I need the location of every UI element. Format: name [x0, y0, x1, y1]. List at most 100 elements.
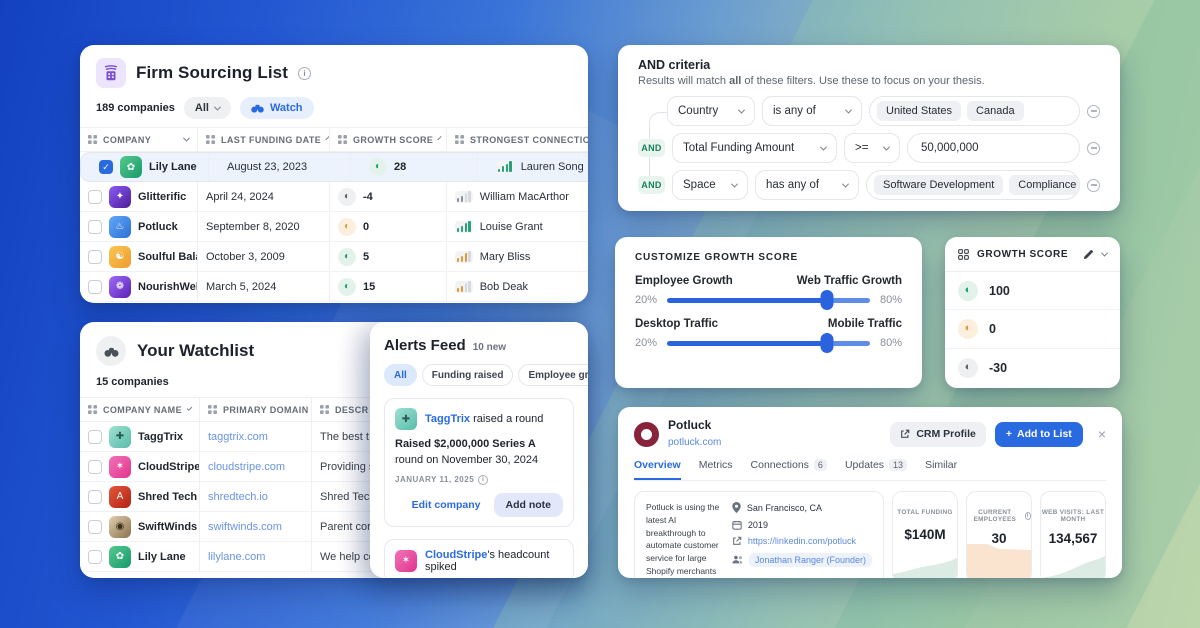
growth-score-icon: ◐	[338, 248, 356, 266]
close-icon[interactable]: ×	[1098, 427, 1106, 441]
connection-strength-icon	[455, 281, 473, 293]
funding-date: September 8, 2020	[206, 221, 300, 233]
field-select[interactable]: Total Funding Amount	[672, 133, 837, 163]
value-chip[interactable]: Software Development	[874, 175, 1003, 195]
domain-link[interactable]: swiftwinds.com	[208, 521, 282, 533]
row-checkbox[interactable]	[88, 550, 102, 564]
customize-title: CUSTOMIZE GROWTH SCORE	[635, 252, 902, 263]
company-description: The best t	[320, 431, 369, 443]
domain-link[interactable]: cloudstripe.com	[208, 461, 285, 473]
row-checkbox[interactable]	[88, 460, 102, 474]
column-header-growth-score[interactable]: GROWTH SCORE	[330, 128, 447, 151]
tab-updates[interactable]: Updates13	[845, 459, 907, 480]
row-checkbox[interactable]: ✓	[99, 160, 113, 174]
watch-label: Watch	[270, 102, 303, 114]
table-row[interactable]: ♨Potluck September 8, 2020 ◐0 Louise Gra…	[80, 212, 588, 242]
filter-values-input[interactable]: United States Canada	[869, 96, 1080, 126]
filter-all-dropdown[interactable]: All	[184, 97, 231, 119]
row-checkbox[interactable]	[88, 190, 102, 204]
value-chip[interactable]: Canada	[967, 101, 1024, 121]
tab-all[interactable]: All	[384, 364, 417, 386]
tab-employee-growth[interactable]: Employee growth	[518, 364, 588, 386]
growth-score-icon: ◐	[958, 358, 978, 378]
tab-connections[interactable]: Connections6	[751, 459, 827, 480]
column-header-primary-domain[interactable]: PRIMARY DOMAIN	[200, 398, 312, 421]
score-row[interactable]: ◐0	[945, 310, 1120, 348]
building-icon	[96, 58, 126, 88]
tab-overview[interactable]: Overview	[634, 459, 681, 480]
score-row[interactable]: ◐-30	[945, 349, 1120, 387]
info-icon[interactable]: i	[478, 475, 488, 485]
founder-chip[interactable]: Jonathan Ranger (Founder)	[749, 553, 872, 567]
company-link[interactable]: TaggTrix	[425, 413, 470, 425]
operator-select[interactable]: has any of	[755, 170, 859, 200]
add-to-list-button[interactable]: +Add to List	[995, 422, 1083, 447]
company-link[interactable]: CloudStripe	[425, 549, 487, 561]
field-select[interactable]: Country	[667, 96, 755, 126]
new-alerts-badge: 10 new	[473, 342, 506, 353]
info-icon[interactable]: i	[298, 67, 311, 80]
tab-similar[interactable]: Similar	[925, 459, 957, 480]
company-description: We help co	[320, 551, 375, 563]
tab-metrics[interactable]: Metrics	[699, 459, 733, 480]
alert-item[interactable]: ✶ CloudStripe's headcount spiked	[384, 539, 574, 578]
remove-filter-icon[interactable]	[1087, 105, 1100, 118]
company-description: Potluck is using the latest AI breakthro…	[646, 501, 721, 578]
remove-filter-icon[interactable]	[1087, 142, 1100, 155]
operator-select[interactable]: >=	[844, 133, 900, 163]
row-checkbox[interactable]	[88, 280, 102, 294]
slider-thumb[interactable]	[821, 290, 834, 310]
column-header-funding-date[interactable]: LAST FUNDING DATE	[198, 128, 330, 151]
row-checkbox[interactable]	[88, 520, 102, 534]
stat-value: 134,567	[1041, 531, 1105, 546]
slider-right-label: Web Traffic Growth	[797, 275, 902, 287]
edit-company-link[interactable]: Edit company	[412, 499, 481, 511]
field-select[interactable]: Space	[672, 170, 748, 200]
value-chip[interactable]: United States	[877, 101, 961, 121]
remove-filter-icon[interactable]	[1087, 179, 1100, 192]
growth-score-icon: ◐	[958, 281, 978, 301]
linkedin-link[interactable]: https://linkedin.com/potluck	[748, 536, 856, 546]
company-name: NourishWell	[138, 281, 198, 293]
row-checkbox[interactable]	[88, 220, 102, 234]
row-checkbox[interactable]	[88, 250, 102, 264]
table-row[interactable]: ☯Soulful Balance October 3, 2009 ◐5 Mary…	[80, 242, 588, 272]
table-row[interactable]: ✓✿Lily Lane August 23, 2023 ◐28 Lauren S…	[80, 152, 588, 182]
company-name: Lily Lane	[138, 551, 186, 563]
company-domain-link[interactable]: potluck.com	[668, 437, 721, 448]
score-row[interactable]: ◐100	[945, 272, 1120, 310]
value-chip[interactable]: Compliance	[1009, 175, 1080, 195]
edit-pencil-icon[interactable]	[1083, 249, 1094, 260]
plus-icon: +	[1006, 428, 1012, 440]
info-icon[interactable]: i	[1025, 512, 1031, 520]
crm-profile-button[interactable]: CRM Profile	[890, 422, 986, 447]
tab-funding-raised[interactable]: Funding raised	[422, 364, 514, 386]
row-checkbox[interactable]	[88, 430, 102, 444]
row-checkbox[interactable]	[88, 490, 102, 504]
chevron-down-icon[interactable]	[1101, 249, 1108, 256]
filter-values-input[interactable]: Software Development Compliance	[866, 170, 1080, 200]
chevron-down-icon	[187, 405, 193, 411]
company-name: Potluck	[138, 221, 178, 233]
company-avatar: ✿	[109, 546, 131, 568]
growth-score-value: 5	[363, 251, 369, 263]
operator-select[interactable]: is any of	[762, 96, 862, 126]
table-row[interactable]: ✦Glitterific April 24, 2024 ◐-4 William …	[80, 182, 588, 212]
weight-slider[interactable]	[667, 341, 870, 346]
add-note-button[interactable]: Add note	[494, 493, 564, 517]
slider-thumb[interactable]	[821, 333, 834, 353]
domain-link[interactable]: shredtech.io	[208, 491, 268, 503]
watch-button[interactable]: Watch	[240, 97, 314, 119]
filter-value-input[interactable]: 50,000,000	[907, 133, 1080, 163]
company-founder: Jonathan Ranger (Founder)	[732, 553, 872, 567]
column-header-company[interactable]: COMPANY	[80, 128, 198, 151]
slider-min: 20%	[635, 337, 657, 349]
column-header-strongest-connection[interactable]: STRONGEST CONNECTION	[447, 128, 588, 151]
column-header-company-name[interactable]: COMPANY NAME	[80, 398, 200, 421]
domain-link[interactable]: lilylane.com	[208, 551, 265, 563]
company-name: CloudStripe	[138, 461, 200, 473]
weight-slider[interactable]	[667, 298, 870, 303]
domain-link[interactable]: taggtrix.com	[208, 431, 268, 443]
table-row[interactable]: ❁NourishWell March 5, 2024 ◐15 Bob Deak	[80, 272, 588, 302]
alert-item[interactable]: ✚ TaggTrix raised a round Raised $2,000,…	[384, 398, 574, 527]
